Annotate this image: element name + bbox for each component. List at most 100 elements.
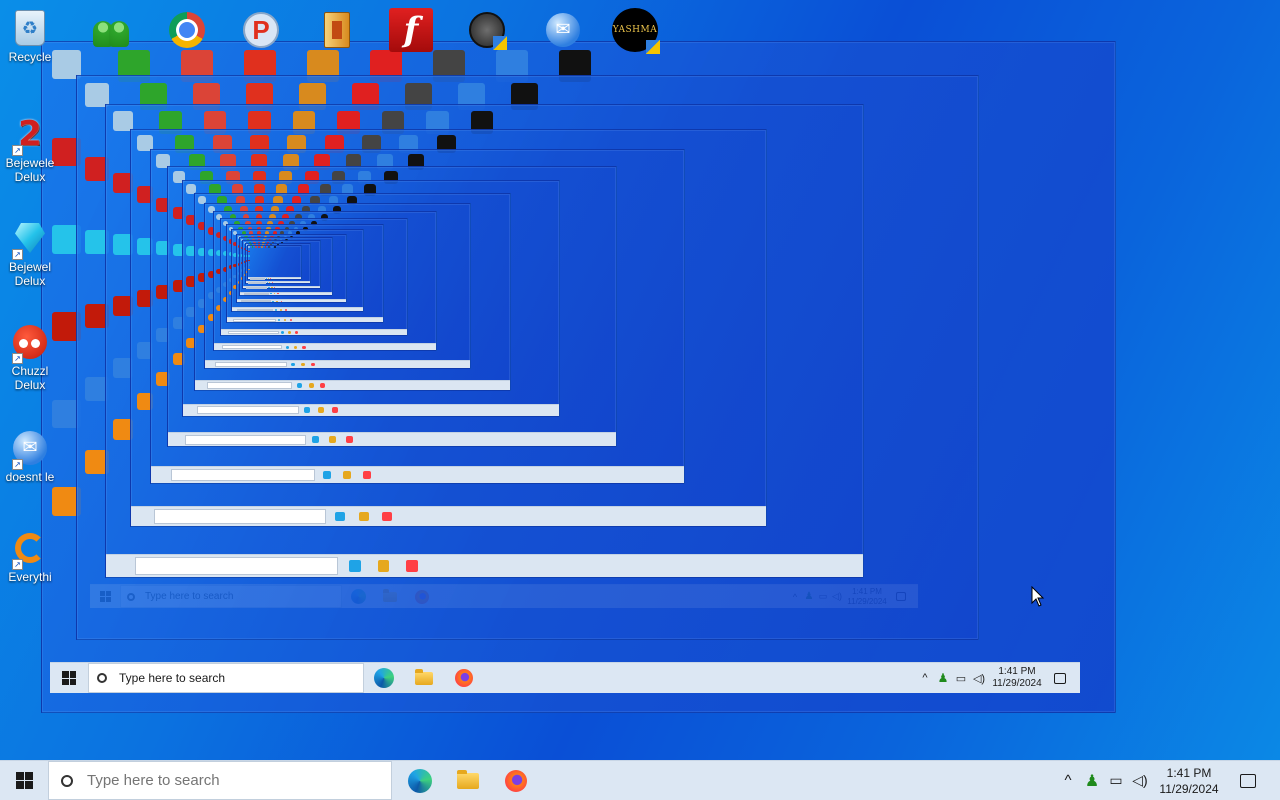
desktop-icon-label: Chuzzl Delux — [11, 364, 49, 392]
start-button[interactable] — [0, 761, 48, 800]
mini-app-icon — [332, 407, 339, 413]
mini-app-icon — [274, 287, 276, 289]
mini-taskbar — [106, 553, 863, 578]
desktop-icon-label: Bejewel Delux — [8, 260, 52, 288]
desktop-icon-label: Everythi — [8, 570, 52, 584]
tunnel-frame — [246, 244, 303, 280]
mini-search-box — [249, 277, 265, 280]
mini-search-box — [233, 318, 276, 322]
mini-app-icon — [310, 362, 315, 367]
notification-icon[interactable] — [1240, 773, 1256, 788]
taskbar-file-explorer[interactable] — [444, 761, 492, 800]
mini-app-icon — [271, 287, 273, 289]
mail-globe-icon: ↗ — [10, 428, 50, 470]
everything-search-icon: ↗ — [10, 528, 50, 570]
recycle-bin-icon — [10, 8, 50, 48]
mini-app-icon — [293, 345, 298, 349]
mini-desktop-icon — [254, 246, 257, 248]
mini-app-icon — [342, 470, 351, 479]
mini-taskbar — [240, 291, 332, 296]
desktop-icon-everything[interactable]: ↗ Everythi — [4, 528, 56, 584]
mini-search-box — [248, 282, 266, 285]
chevron-up-icon: ^ — [922, 672, 928, 684]
desktop-icon-p-app[interactable]: P — [238, 8, 284, 52]
mini-app-icon — [270, 293, 272, 295]
mini-app-icon — [308, 383, 314, 388]
desktop-icon-yashma[interactable]: YASHMA — [612, 8, 660, 54]
search-box[interactable] — [48, 761, 392, 800]
mouse-cursor-icon — [1031, 586, 1045, 607]
taskbar-file-explorer — [404, 663, 444, 693]
network-icon[interactable]: ▭ — [1104, 772, 1128, 789]
desktop-icon-label: Bejewele Delux — [5, 156, 55, 184]
mini-app-icon — [296, 383, 302, 388]
mini-app-icon — [285, 345, 290, 349]
chuzzle-icon: ↗ — [10, 322, 50, 364]
mini-taskbar — [168, 432, 617, 447]
p-app-icon: P — [243, 12, 279, 48]
mini-app-icon — [265, 277, 267, 279]
mini-taskbar — [195, 379, 511, 390]
mini-app-icon — [303, 407, 310, 413]
mini-taskbar — [205, 359, 470, 369]
mini-desktop-icon — [248, 255, 250, 257]
mini-search-box — [154, 509, 326, 524]
mini-search-box — [171, 468, 316, 481]
mini-app-icon — [289, 319, 293, 322]
search-input[interactable] — [87, 772, 367, 789]
mini-search-box — [237, 308, 273, 311]
desktop-icon-mixer[interactable] — [464, 8, 510, 52]
mini-app-icon — [377, 560, 390, 572]
search-icon — [61, 774, 73, 787]
mini-app-icon — [279, 309, 282, 311]
mini-search-box — [246, 287, 268, 290]
edge-icon — [374, 668, 394, 688]
mini-desktop-icon — [248, 250, 250, 253]
system-tray: ^ ♟ ▭ ◁) 1:41 PM 11/29/2024 — [916, 663, 1080, 693]
mini-app-icon — [295, 331, 299, 334]
desktop-icon-chuzzle[interactable]: ↗ Chuzzl Delux — [4, 322, 56, 392]
desktop-icon-mail[interactable] — [540, 8, 586, 52]
desktop-icon-people[interactable] — [88, 8, 134, 52]
search-icon — [97, 673, 107, 683]
windows-logo-icon — [15, 772, 33, 789]
windows-logo-icon — [62, 671, 76, 685]
clock[interactable]: 1:41 PM 11/29/2024 — [1152, 765, 1226, 797]
mini-taskbar — [227, 317, 384, 323]
mini-search-box — [197, 406, 299, 415]
mini-desktop-icon — [261, 246, 264, 248]
clock-time: 1:41 PM — [1166, 765, 1212, 780]
desktop-icon-recycle-bin[interactable]: Recycle — [4, 8, 56, 64]
file-explorer-icon — [457, 769, 479, 789]
search-placeholder: Type here to search — [119, 671, 226, 685]
nested-taskbar-large: Type here to search ^ ♟ ▭ ◁) 1:41 PM 11/… — [50, 662, 1080, 693]
desktop-icon-book[interactable] — [314, 8, 360, 52]
mini-app-icon — [318, 407, 324, 413]
mini-app-icon — [283, 319, 287, 322]
taskbar-firefox[interactable] — [492, 761, 540, 800]
mini-app-icon — [382, 511, 393, 522]
desktop-icon-chrome[interactable] — [164, 8, 210, 52]
people-tray-icon[interactable]: ♟ — [1080, 771, 1104, 791]
mini-app-icon — [268, 287, 270, 289]
chevron-up-icon[interactable]: ^ — [1056, 772, 1080, 789]
mini-app-icon — [269, 282, 271, 283]
desktop-icon-flash[interactable]: f — [388, 8, 434, 52]
desktop-icon-bejeweled-2[interactable]: 2 ↗ Bejewele Delux — [4, 114, 56, 184]
mini-taskbar — [213, 343, 436, 351]
edge-icon — [408, 768, 432, 793]
mini-taskbar — [245, 281, 310, 285]
mini-desktop-icon — [248, 259, 250, 262]
mini-app-icon — [346, 436, 354, 443]
desktop-icon-doesnt-le[interactable]: ↗ doesnt le — [4, 428, 56, 484]
mini-app-icon — [405, 560, 418, 572]
volume-icon[interactable]: ◁) — [1128, 772, 1152, 789]
desktop-icon-bejeweled-deluxe[interactable]: ↗ Bejewel Delux — [4, 218, 56, 288]
book-archive-icon — [324, 12, 350, 48]
mini-search-box — [243, 293, 269, 296]
taskbar-edge[interactable] — [396, 761, 444, 800]
taskbar-firefox — [444, 663, 484, 693]
mini-search-box — [222, 344, 283, 350]
mini-taskbar — [236, 298, 346, 303]
mini-desktop-icon — [267, 246, 270, 248]
